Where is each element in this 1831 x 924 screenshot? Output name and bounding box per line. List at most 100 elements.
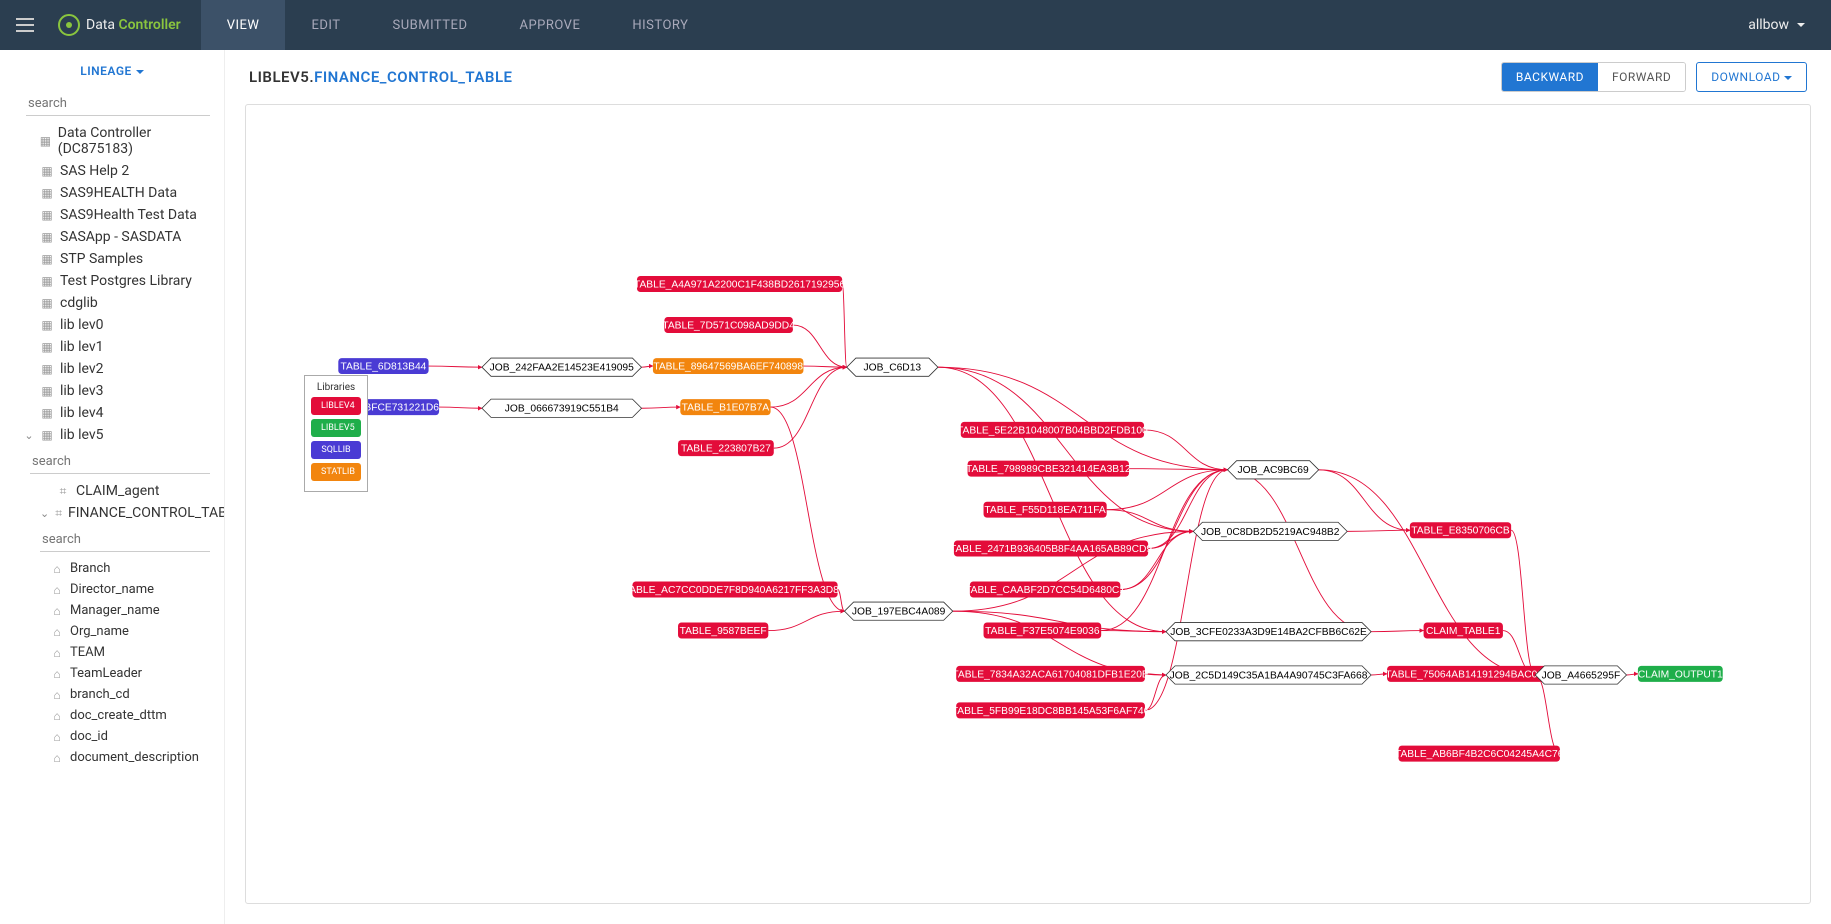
- direction-toggle: BACKWARD FORWARD: [1501, 62, 1686, 92]
- library-item[interactable]: ▦SAS9HEALTH Data: [0, 182, 224, 204]
- svg-text:TABLE_9587BEEF: TABLE_9587BEEF: [680, 626, 767, 637]
- column-item[interactable]: ⌂Branch: [0, 558, 224, 579]
- job-node[interactable]: JOB_C6D13: [847, 358, 938, 376]
- table-node[interactable]: TABLE_5FB99E18DC8BB145A53F6AF746: [952, 702, 1150, 718]
- table-node[interactable]: TABLE_89647569BA6EF740898: [653, 358, 803, 374]
- column-item[interactable]: ⌂doc_create_dttm: [0, 705, 224, 726]
- library-item[interactable]: ▦SAS9Health Test Data: [0, 204, 224, 226]
- menu-icon[interactable]: [0, 0, 50, 50]
- library-item[interactable]: ▦Data Controller (DC875183): [0, 122, 224, 160]
- job-node[interactable]: JOB_A4665295F: [1535, 666, 1626, 684]
- column-item[interactable]: ⌂doc_id: [0, 726, 224, 747]
- table-node[interactable]: TABLE_7D571C098AD9DD4: [662, 317, 795, 333]
- job-node[interactable]: JOB_242FAA2E14523E419095: [482, 358, 642, 376]
- svg-text:JOB_066673919C551B4: JOB_066673919C551B4: [505, 404, 619, 415]
- edge: [774, 367, 847, 448]
- svg-text:TABLE_E8350706CB: TABLE_E8350706CB: [1411, 526, 1510, 537]
- nav-approve[interactable]: APPROVE: [493, 0, 606, 50]
- library-item[interactable]: ▦cdglib: [0, 292, 224, 314]
- collapse-icon[interactable]: ⌄: [40, 507, 49, 520]
- table-node[interactable]: TABLE_7834A32ACA61704081DFB1E20E: [952, 666, 1149, 682]
- table-node[interactable]: TABLE_E8350706CB: [1410, 522, 1511, 538]
- column-item[interactable]: ⌂TeamLeader: [0, 663, 224, 684]
- lineage-canvas[interactable]: TABLE_6D813B44TABLE_BFCE731221D6TABLE_A4…: [245, 104, 1811, 904]
- table-item[interactable]: ⌄⌗FINANCE_CONTROL_TABLE: [0, 502, 224, 524]
- nav-view[interactable]: VIEW: [201, 0, 286, 50]
- table-node[interactable]: TABLE_2471B936405B8F4AA165AB89CD9: [950, 540, 1152, 556]
- column-item[interactable]: ⌂Manager_name: [0, 600, 224, 621]
- column-item[interactable]: ⌂branch_cd: [0, 684, 224, 705]
- lineage-graph[interactable]: TABLE_6D813B44TABLE_BFCE731221D6TABLE_A4…: [246, 105, 1810, 903]
- table-node[interactable]: TABLE_AC7CC0DDE7F8D940A6217FF3A3D8C: [624, 582, 847, 598]
- svg-text:JOB_2C5D149C35A1BA4A90745C3FA6: JOB_2C5D149C35A1BA4A90745C3FA668: [1170, 670, 1368, 681]
- grid-icon: ▦: [40, 384, 54, 398]
- sidebar-head[interactable]: LINEAGE: [0, 50, 224, 88]
- grid-icon: ▦: [40, 208, 54, 222]
- library-item[interactable]: ▦lib lev1: [0, 336, 224, 358]
- user-name: allbow: [1748, 17, 1789, 33]
- nav-edit[interactable]: EDIT: [285, 0, 366, 50]
- table-node[interactable]: TABLE_F37E5074E9036: [984, 623, 1102, 639]
- legend-chip: LIBLEV4: [311, 397, 361, 415]
- legend-chip: LIBLEV5: [311, 419, 361, 437]
- table-node[interactable]: TABLE_B1E07B7A: [680, 399, 770, 415]
- library-item[interactable]: ⌄▦lib lev5: [0, 424, 224, 446]
- library-item[interactable]: ▦STP Samples: [0, 248, 224, 270]
- table-node[interactable]: TABLE_9587BEEF: [678, 623, 768, 639]
- library-search-input[interactable]: [26, 92, 210, 116]
- library-item[interactable]: ▦lib lev3: [0, 380, 224, 402]
- library-item[interactable]: ▦Test Postgres Library: [0, 270, 224, 292]
- top-nav: VIEWEDITSUBMITTEDAPPROVEHISTORY: [201, 0, 715, 50]
- sidebar: LINEAGE ▦Data Controller (DC875183)▦SAS …: [0, 50, 225, 924]
- job-node[interactable]: JOB_197EBC4A089: [844, 602, 952, 620]
- forward-button[interactable]: FORWARD: [1598, 63, 1685, 91]
- job-node[interactable]: JOB_0C8DB2D5219AC948B2: [1193, 522, 1347, 540]
- table-node[interactable]: TABLE_223807B27: [678, 440, 774, 456]
- backward-button[interactable]: BACKWARD: [1502, 63, 1598, 91]
- job-node[interactable]: JOB_AC9BC69: [1228, 461, 1319, 479]
- table-node[interactable]: TABLE_798989CBE321414EA3B12: [966, 461, 1131, 477]
- library-item[interactable]: ▦SASApp - SASDATA: [0, 226, 224, 248]
- svg-text:TABLE_2471B936405B8F4AA165AB89: TABLE_2471B936405B8F4AA165AB89CD9: [950, 544, 1152, 555]
- main: LIBLEV5.FINANCE_CONTROL_TABLE BACKWARD F…: [225, 50, 1831, 924]
- column-item[interactable]: ⌂document_description: [0, 747, 224, 768]
- job-node[interactable]: JOB_3CFE0233A3D9E14BA2CFBB6C62E: [1166, 623, 1371, 641]
- tag-icon: ⌂: [50, 688, 64, 702]
- chevron-down-icon: [136, 70, 144, 74]
- brand[interactable]: Data Controller: [50, 14, 201, 36]
- column-search-input[interactable]: [40, 528, 210, 552]
- library-item[interactable]: ▦lib lev0: [0, 314, 224, 336]
- edge: [1511, 530, 1535, 675]
- edge: [1228, 470, 1372, 632]
- table-node[interactable]: TABLE_F55D118EA711FA: [984, 502, 1107, 518]
- table-node[interactable]: TABLE_A4A971A2200C1F438BD2617192956: [634, 276, 846, 292]
- table-item[interactable]: ⌗CLAIM_agent: [0, 480, 224, 502]
- library-item[interactable]: ▦SAS Help 2: [0, 160, 224, 182]
- column-item[interactable]: ⌂Director_name: [0, 579, 224, 600]
- job-node[interactable]: JOB_066673919C551B4: [482, 399, 642, 417]
- table-node[interactable]: CLAIM_OUTPUT1: [1638, 666, 1723, 682]
- nav-history[interactable]: HISTORY: [606, 0, 714, 50]
- collapse-icon[interactable]: ⌄: [24, 429, 34, 442]
- main-head: LIBLEV5.FINANCE_CONTROL_TABLE BACKWARD F…: [225, 50, 1831, 100]
- table-search-input[interactable]: [30, 450, 210, 474]
- table-node[interactable]: TABLE_AB6BF4B2C6C04245A4C76: [1395, 746, 1564, 762]
- job-node[interactable]: JOB_2C5D149C35A1BA4A90745C3FA668: [1166, 666, 1371, 684]
- user-menu[interactable]: allbow: [1722, 17, 1831, 33]
- column-item[interactable]: ⌂Org_name: [0, 621, 224, 642]
- svg-text:TABLE_223807B27: TABLE_223807B27: [681, 444, 771, 455]
- tag-icon: ⌂: [50, 604, 64, 618]
- tag-icon: ⌂: [50, 709, 64, 723]
- table-node[interactable]: CLAIM_TABLE1: [1424, 623, 1503, 639]
- nav-submitted[interactable]: SUBMITTED: [366, 0, 493, 50]
- grid-icon: ▦: [40, 406, 54, 420]
- table-node[interactable]: TABLE_6D813B44: [338, 358, 428, 374]
- column-item[interactable]: ⌂TEAM: [0, 642, 224, 663]
- table-node[interactable]: TABLE_CAABF2D7CC54D6480C1: [965, 582, 1125, 598]
- library-item[interactable]: ▦lib lev4: [0, 402, 224, 424]
- tag-icon: ⌂: [50, 751, 64, 765]
- table-node[interactable]: TABLE_5E22B1048007B04BBD2FDB100: [957, 422, 1148, 438]
- library-item[interactable]: ▦lib lev2: [0, 358, 224, 380]
- download-button[interactable]: DOWNLOAD: [1696, 62, 1807, 92]
- svg-text:TABLE_B1E07B7A: TABLE_B1E07B7A: [682, 403, 770, 414]
